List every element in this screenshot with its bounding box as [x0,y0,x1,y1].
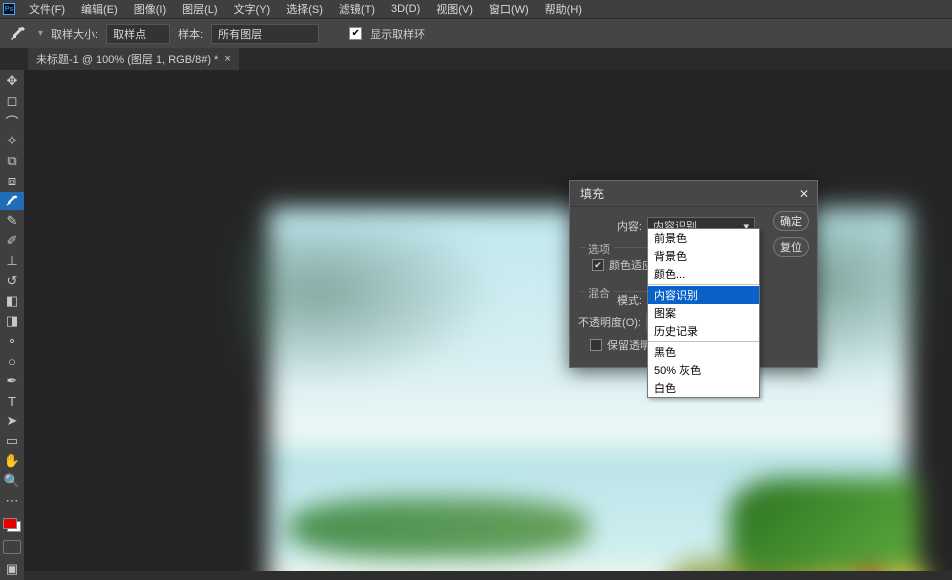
sample-layers-select[interactable]: 所有图层 [211,24,319,44]
tool-healing[interactable]: ✎ [0,212,24,230]
menu-help[interactable]: 帮助(H) [537,0,590,19]
menu-image[interactable]: 图像(I) [126,0,174,19]
tool-stamp[interactable]: ⊥ [0,252,24,270]
menu-select[interactable]: 选择(S) [278,0,331,19]
dropdown-separator [648,284,759,285]
menu-file[interactable]: 文件(F) [21,0,73,19]
color-adapt-checkbox[interactable]: ✔ [592,259,604,271]
menu-type[interactable]: 文字(Y) [226,0,279,19]
tool-dodge[interactable]: ○ [0,352,24,370]
reset-button[interactable]: 复位 [773,237,809,257]
dialog-titlebar[interactable]: 填充 ✕ [570,181,817,207]
tool-frame[interactable]: ⧈ [0,172,24,190]
eyedropper-icon[interactable] [6,23,30,45]
tool-pen[interactable]: ✒ [0,372,24,390]
preserve-trans-checkbox[interactable] [590,339,602,351]
ps-logo-icon: Ps [3,3,15,15]
toolbox: ✥ ◻ ⌒ ✧ ⧉ ⧈ ✎ ✐ ⊥ ↺ ◧ ◨ ∘ ○ ✒ T ➤ ▭ ✋ 🔍 … [0,70,24,580]
sample-size-label: 取样大小: [51,26,98,42]
menu-filter[interactable]: 滤镜(T) [331,0,383,19]
dropdown-item-content-aware[interactable]: 内容识别 [648,286,759,304]
sample-size-select[interactable]: 取样点 [106,24,170,44]
dropdown-item-background[interactable]: 背景色 [648,247,759,265]
tool-move[interactable]: ✥ [0,72,24,90]
tool-crop[interactable]: ⧉ [0,152,24,170]
tool-lasso[interactable]: ⌒ [0,112,24,130]
tool-eyedropper[interactable] [0,192,24,210]
chevron-down-icon[interactable]: ▾ [38,28,43,39]
quick-mask-icon[interactable] [3,540,21,554]
options-group-label: 选项 [588,241,610,257]
tool-magic-wand[interactable]: ✧ [0,132,24,150]
document-tab-title: 未标题-1 @ 100% (图层 1, RGB/8#) * [36,51,218,67]
tool-rectangle[interactable]: ▭ [0,432,24,450]
document-tab-bar: 未标题-1 @ 100% (图层 1, RGB/8#) * × [0,48,952,70]
content-label: 内容: [617,218,642,234]
tool-hand[interactable]: ✋ [0,452,24,470]
dropdown-item-black[interactable]: 黑色 [648,343,759,361]
tool-blur[interactable]: ∘ [0,332,24,350]
tool-marquee[interactable]: ◻ [0,92,24,110]
close-tab-icon[interactable]: × [224,53,230,65]
dropdown-item-gray[interactable]: 50% 灰色 [648,361,759,379]
tool-path-select[interactable]: ➤ [0,412,24,430]
dropdown-item-white[interactable]: 白色 [648,379,759,397]
mode-label: 模式: [617,292,642,308]
tool-history-brush[interactable]: ↺ [0,272,24,290]
opacity-label: 不透明度(O): [578,314,641,330]
dropdown-item-pattern[interactable]: 图案 [648,304,759,322]
close-icon[interactable]: ✕ [799,187,809,201]
show-ring-label: 显示取样环 [370,26,425,42]
sample-layers-label: 样本: [178,26,203,42]
content-dropdown-list: 前景色 背景色 颜色... 内容识别 图案 历史记录 黑色 50% 灰色 白色 [647,228,760,398]
tool-gradient[interactable]: ◨ [0,312,24,330]
dropdown-item-foreground[interactable]: 前景色 [648,229,759,247]
tool-more[interactable]: ⋯ [0,492,24,510]
blend-group-label: 混合 [588,285,610,301]
foreground-color-swatch[interactable] [3,518,17,529]
dropdown-item-history[interactable]: 历史记录 [648,322,759,340]
tool-brush[interactable]: ✐ [0,232,24,250]
tool-eraser[interactable]: ◧ [0,292,24,310]
tool-zoom[interactable]: 🔍 [0,472,24,490]
ok-button[interactable]: 确定 [773,211,809,231]
menu-layer[interactable]: 图层(L) [174,0,225,19]
menu-bar: Ps 文件(F) 编辑(E) 图像(I) 图层(L) 文字(Y) 选择(S) 滤… [0,0,952,18]
dropdown-separator [648,341,759,342]
screen-mode-icon[interactable]: ▣ [0,560,24,578]
document-tab[interactable]: 未标题-1 @ 100% (图层 1, RGB/8#) * × [28,48,239,70]
color-swatches[interactable] [3,518,21,532]
options-bar: ▾ 取样大小: 取样点 样本: 所有图层 ✔ 显示取样环 [0,18,952,48]
dialog-title: 填充 [580,185,604,202]
menu-3d[interactable]: 3D(D) [383,1,428,17]
menu-edit[interactable]: 编辑(E) [73,0,126,19]
show-ring-checkbox[interactable]: ✔ [349,27,362,40]
tool-type[interactable]: T [0,392,24,410]
menu-window[interactable]: 窗口(W) [481,0,537,19]
dropdown-item-color[interactable]: 颜色... [648,265,759,283]
menu-view[interactable]: 视图(V) [428,0,481,19]
